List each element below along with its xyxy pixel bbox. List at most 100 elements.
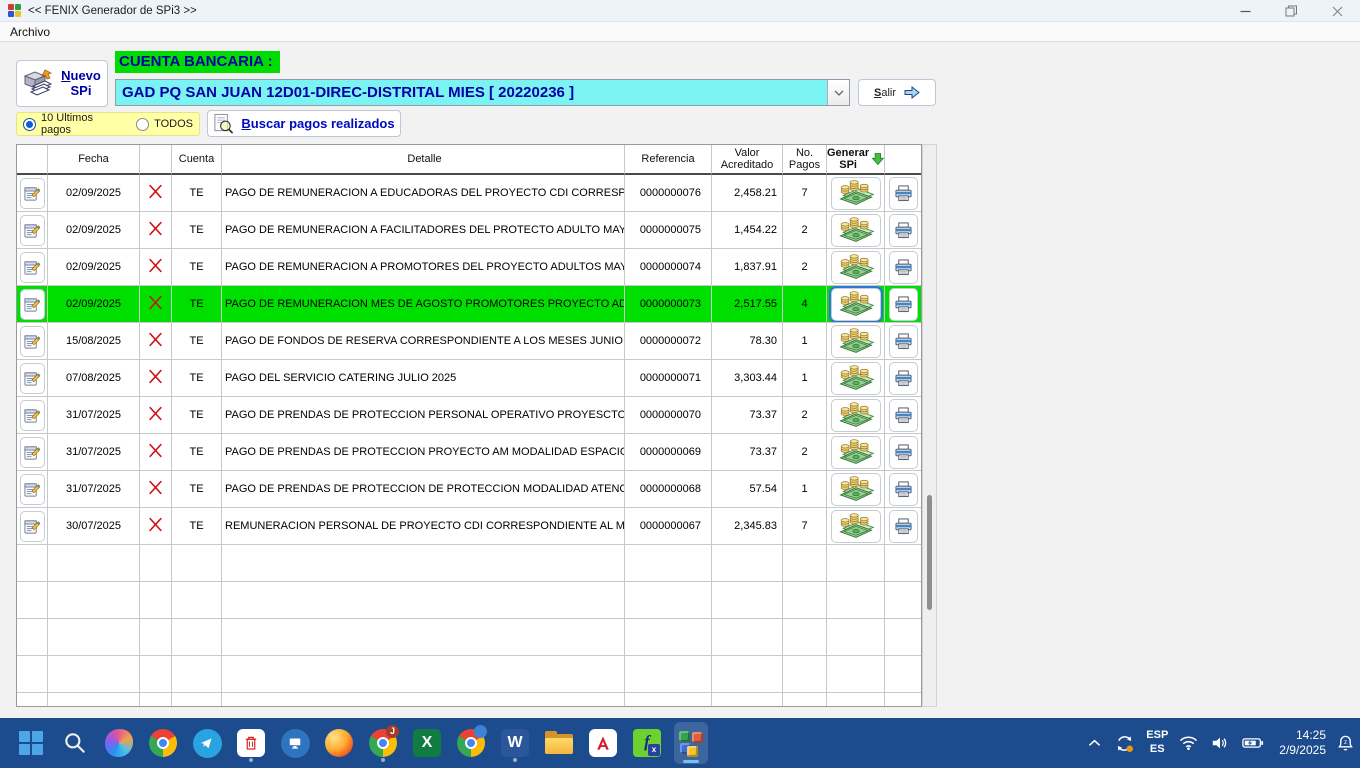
- delete-icon[interactable]: [148, 295, 163, 310]
- print-button[interactable]: [889, 510, 918, 543]
- minimize-button[interactable]: [1222, 0, 1268, 22]
- payment-row[interactable]: 31/07/2025 TE PAGO DE PRENDAS DE PROTECC…: [17, 434, 922, 471]
- generar-spi-button[interactable]: [831, 510, 881, 543]
- scrollbar-thumb[interactable]: [927, 495, 932, 610]
- generar-spi-button[interactable]: [831, 251, 881, 284]
- volume-icon[interactable]: [1209, 733, 1231, 753]
- payment-row[interactable]: 31/07/2025 TE PAGO DE PRENDAS DE PROTECC…: [17, 397, 922, 434]
- edit-row-button[interactable]: [20, 363, 45, 394]
- referencia-cell: 0000000069: [625, 434, 712, 471]
- valor-cell: 3,303.44: [712, 360, 783, 397]
- taskbar-file-explorer-icon[interactable]: [542, 722, 576, 764]
- taskbar-start-icon[interactable]: [14, 722, 48, 764]
- edit-row-button[interactable]: [20, 252, 45, 283]
- salir-button[interactable]: Salir: [858, 79, 936, 106]
- edit-row-button[interactable]: [20, 289, 45, 320]
- generar-spi-button[interactable]: [831, 473, 881, 506]
- delete-icon[interactable]: [148, 221, 163, 236]
- print-button[interactable]: [889, 288, 918, 321]
- payment-row[interactable]: 31/07/2025 TE PAGO DE PRENDAS DE PROTECC…: [17, 471, 922, 508]
- delete-icon[interactable]: [148, 258, 163, 273]
- generar-spi-button[interactable]: [831, 177, 881, 210]
- delete-icon[interactable]: [148, 332, 163, 347]
- delete-icon[interactable]: [148, 480, 163, 495]
- taskbar-firefox-icon[interactable]: [322, 722, 356, 764]
- taskbar-copilot-icon[interactable]: [102, 722, 136, 764]
- generar-spi-button[interactable]: [831, 214, 881, 247]
- radio-todos[interactable]: [136, 118, 149, 131]
- delete-icon[interactable]: [148, 184, 163, 199]
- edit-row-button[interactable]: [20, 474, 45, 505]
- cuenta-cell: TE: [172, 508, 222, 545]
- empty-row: [17, 545, 922, 582]
- referencia-cell: 0000000073: [625, 286, 712, 323]
- wifi-icon[interactable]: [1177, 733, 1200, 753]
- notifications-bell-icon[interactable]: z: [1335, 732, 1356, 754]
- battery-icon[interactable]: [1240, 734, 1266, 752]
- clock[interactable]: 14:25 2/9/2025: [1279, 728, 1326, 758]
- print-button[interactable]: [889, 399, 918, 432]
- taskbar-chrome-search-icon[interactable]: [454, 722, 488, 764]
- edit-row-button[interactable]: [20, 215, 45, 246]
- edit-row-button[interactable]: [20, 511, 45, 542]
- print-button[interactable]: [889, 362, 918, 395]
- tray-expand-icon[interactable]: [1086, 737, 1103, 749]
- payment-row[interactable]: 02/09/2025 TE PAGO DE REMUNERACION A EDU…: [17, 175, 922, 212]
- nuevo-spi-button[interactable]: Nuevo SPi: [16, 60, 108, 107]
- taskbar-chrome-profile-icon[interactable]: J: [366, 722, 400, 764]
- menu-archivo[interactable]: Archivo: [0, 22, 60, 42]
- cuenta-bancaria-select[interactable]: GAD PQ SAN JUAN 12D01-DIREC-DISTRITAL MI…: [115, 79, 850, 106]
- chevron-down-icon: [834, 90, 844, 96]
- edit-row-button[interactable]: [20, 400, 45, 431]
- delete-icon[interactable]: [148, 406, 163, 421]
- taskbar-spi3-app-icon[interactable]: [674, 722, 708, 764]
- fecha-cell: 31/07/2025: [48, 397, 140, 434]
- close-button[interactable]: [1314, 0, 1360, 22]
- salir-label: Salir: [874, 87, 896, 99]
- taskbar-telegram-icon[interactable]: [190, 722, 224, 764]
- taskbar-excel-icon[interactable]: X: [410, 722, 444, 764]
- taskbar-fenix-files-icon[interactable]: fx: [630, 722, 664, 764]
- fecha-cell: 31/07/2025: [48, 434, 140, 471]
- generar-spi-button[interactable]: [831, 436, 881, 469]
- combo-dropdown-button[interactable]: [827, 80, 849, 105]
- payment-row[interactable]: 15/08/2025 TE PAGO DE FONDOS DE RESERVA …: [17, 323, 922, 360]
- grid-vertical-scrollbar[interactable]: [922, 144, 937, 707]
- language-indicator[interactable]: ESP ES: [1146, 729, 1168, 757]
- generar-spi-button[interactable]: [831, 362, 881, 395]
- maximize-button[interactable]: [1268, 0, 1314, 22]
- taskbar-word-icon[interactable]: W: [498, 722, 532, 764]
- sync-icon[interactable]: [1112, 731, 1137, 756]
- payment-row[interactable]: 02/09/2025 TE PAGO DE REMUNERACION A PRO…: [17, 249, 922, 286]
- cuenta-cell: TE: [172, 323, 222, 360]
- print-button[interactable]: [889, 436, 918, 469]
- payment-row[interactable]: 02/09/2025 TE PAGO DE REMUNERACION MES D…: [17, 286, 922, 323]
- taskbar-acrobat-icon[interactable]: [586, 722, 620, 764]
- edit-row-button[interactable]: [20, 326, 45, 357]
- payment-row[interactable]: 07/08/2025 TE PAGO DEL SERVICIO CATERING…: [17, 360, 922, 397]
- print-button[interactable]: [889, 325, 918, 358]
- taskbar-recycle-bin-icon[interactable]: [234, 722, 268, 764]
- edit-icon: [23, 518, 41, 535]
- taskbar-chrome-icon[interactable]: [146, 722, 180, 764]
- payment-row[interactable]: 02/09/2025 TE PAGO DE REMUNERACION A FAC…: [17, 212, 922, 249]
- buscar-pagos-button[interactable]: Buscar pagos realizados: [207, 110, 401, 137]
- generar-spi-button[interactable]: [831, 399, 881, 432]
- radio-ultimos-pagos[interactable]: [23, 118, 36, 131]
- taskbar-remote-desktop-icon[interactable]: [278, 722, 312, 764]
- edit-row-button[interactable]: [20, 437, 45, 468]
- printer-icon: [894, 481, 913, 498]
- print-button[interactable]: [889, 214, 918, 247]
- print-button[interactable]: [889, 177, 918, 210]
- generar-spi-button[interactable]: [831, 288, 881, 321]
- generar-spi-button[interactable]: [831, 325, 881, 358]
- taskbar-search-icon[interactable]: [58, 722, 92, 764]
- delete-icon[interactable]: [148, 443, 163, 458]
- payment-row[interactable]: 30/07/2025 TE REMUNERACION PERSONAL DE P…: [17, 508, 922, 545]
- print-button[interactable]: [889, 251, 918, 284]
- delete-icon[interactable]: [148, 369, 163, 384]
- edit-row-button[interactable]: [20, 178, 45, 209]
- detalle-cell: PAGO DE REMUNERACION A FACILITADORES DEL…: [222, 212, 625, 249]
- delete-icon[interactable]: [148, 517, 163, 532]
- print-button[interactable]: [889, 473, 918, 506]
